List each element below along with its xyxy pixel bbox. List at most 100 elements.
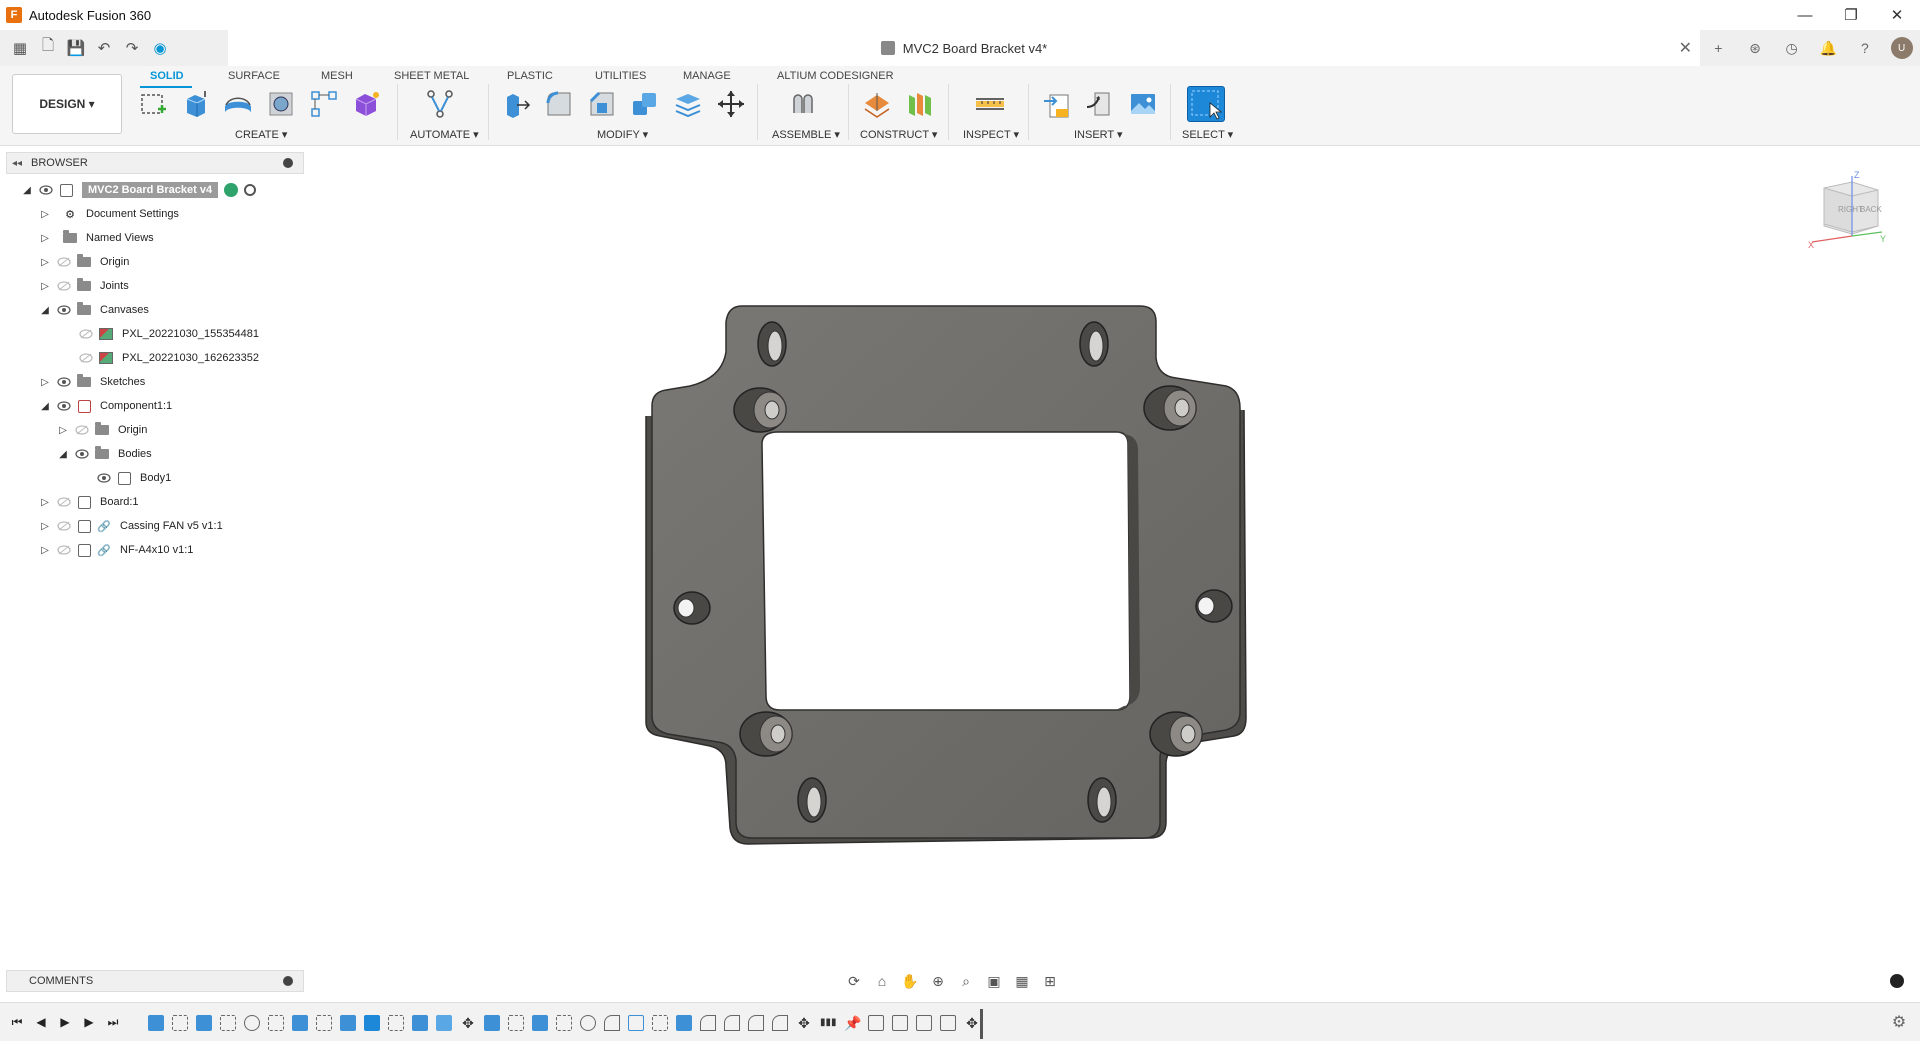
user-avatar[interactable]: U: [1890, 37, 1913, 59]
timeline-pattern-icon[interactable]: ▮▮▮: [820, 1015, 837, 1031]
timeline-sketch-icon[interactable]: [652, 1015, 668, 1031]
close-document-icon[interactable]: ✕: [1679, 38, 1692, 58]
timeline-joint-icon[interactable]: [916, 1015, 932, 1031]
standoff-boss[interactable]: [739, 711, 793, 757]
measure-icon[interactable]: [974, 88, 1006, 120]
timeline-feature-icon[interactable]: [364, 1015, 380, 1031]
tab-mesh[interactable]: MESH: [321, 66, 353, 86]
tab-sheet-metal[interactable]: SHEET METAL: [394, 66, 469, 86]
tree-node-document-settings[interactable]: ▷ ⚙ Document Settings: [38, 204, 179, 224]
timeline-fillet-icon[interactable]: [604, 1015, 620, 1031]
radio-active-icon[interactable]: [244, 184, 257, 196]
assemble-menu-button[interactable]: ASSEMBLE ▾: [772, 128, 840, 141]
visibility-eye-icon[interactable]: [38, 183, 54, 197]
job-status-icon[interactable]: ◉: [148, 36, 172, 60]
save-icon[interactable]: 💾: [64, 36, 88, 60]
mounting-hole[interactable]: [1079, 321, 1109, 367]
joint-icon[interactable]: [787, 88, 819, 120]
timeline-fillet-icon[interactable]: [748, 1015, 764, 1031]
collapse-triangle-icon[interactable]: ◢: [38, 399, 52, 413]
expand-triangle-icon[interactable]: ▷: [38, 495, 52, 509]
tree-node-component-origin[interactable]: ▷ Origin: [56, 420, 147, 440]
press-pull-icon[interactable]: [500, 88, 532, 120]
create-form-icon[interactable]: [350, 88, 382, 120]
visibility-eye-icon[interactable]: [96, 471, 112, 485]
expand-triangle-icon[interactable]: ▷: [38, 543, 52, 557]
timeline-move-icon[interactable]: ✥: [460, 1015, 476, 1031]
timeline-feature-icon[interactable]: [148, 1015, 164, 1031]
fit-icon[interactable]: ⌕: [954, 971, 978, 991]
create-sketch-icon[interactable]: [137, 88, 169, 120]
automate-menu-button[interactable]: AUTOMATE ▾: [410, 128, 479, 141]
data-panel-toggle-icon[interactable]: [1890, 974, 1904, 988]
collapse-triangle-icon[interactable]: ◢: [20, 183, 34, 197]
tree-node-body[interactable]: Body1: [92, 468, 171, 488]
visibility-eye-icon[interactable]: [56, 399, 72, 413]
timeline-feature-icon[interactable]: [340, 1015, 356, 1031]
timeline-marker[interactable]: [980, 1009, 983, 1039]
tab-altium-codesigner[interactable]: ALTIUM CODESIGNER: [777, 66, 894, 86]
minimize-button[interactable]: —: [1782, 0, 1828, 30]
expand-triangle-icon[interactable]: ▷: [38, 231, 52, 245]
automate-icon[interactable]: [424, 88, 456, 120]
viewport-canvas[interactable]: [0, 146, 1920, 966]
visibility-eye-icon[interactable]: [56, 303, 72, 317]
timeline-sketch-icon[interactable]: [220, 1015, 236, 1031]
hidden-eye-icon[interactable]: [56, 519, 72, 533]
go-to-end-icon[interactable]: ⏭: [104, 1013, 122, 1031]
expand-triangle-icon[interactable]: ▷: [38, 375, 52, 389]
timeline-sketch-icon[interactable]: [556, 1015, 572, 1031]
pattern-icon[interactable]: [308, 88, 340, 120]
hidden-eye-icon[interactable]: [78, 351, 94, 365]
mounting-hole[interactable]: [757, 321, 787, 367]
hidden-eye-icon[interactable]: [56, 495, 72, 509]
tree-node-origin[interactable]: ▷ Origin: [38, 252, 129, 272]
inspect-menu-button[interactable]: INSPECT ▾: [963, 128, 1019, 141]
extrude-icon[interactable]: [180, 88, 212, 120]
timeline-feature-icon[interactable]: [292, 1015, 308, 1031]
tree-node-bodies[interactable]: ◢ Bodies: [56, 444, 152, 464]
expand-triangle-icon[interactable]: ▷: [38, 279, 52, 293]
tab-solid[interactable]: SOLID: [150, 66, 184, 86]
hidden-eye-icon[interactable]: [78, 327, 94, 341]
redo-icon[interactable]: ↷: [120, 36, 144, 60]
timeline-feature-icon[interactable]: [412, 1015, 428, 1031]
tab-surface[interactable]: SURFACE: [228, 66, 280, 86]
tree-node-root[interactable]: ◢ MVC2 Board Bracket v4: [20, 180, 257, 200]
standoff-boss[interactable]: [1143, 385, 1197, 431]
hidden-eye-icon[interactable]: [56, 255, 72, 269]
close-window-button[interactable]: ✕: [1874, 0, 1920, 30]
mounting-hole[interactable]: [797, 777, 827, 823]
timeline-fillet-icon[interactable]: [700, 1015, 716, 1031]
browser-panel-header[interactable]: ◂◂ BROWSER: [6, 152, 304, 174]
orbit-icon[interactable]: ⟳: [842, 971, 866, 991]
tree-node-sketches[interactable]: ▷ Sketches: [38, 372, 145, 392]
timeline-hole-icon[interactable]: [580, 1015, 596, 1031]
timeline-pin-icon[interactable]: 📌: [844, 1015, 861, 1031]
3d-viewport[interactable]: [0, 146, 1920, 966]
grid-menu-icon[interactable]: ▦: [8, 36, 32, 60]
play-icon[interactable]: ▶: [56, 1013, 74, 1031]
visibility-eye-icon[interactable]: [56, 375, 72, 389]
help-icon[interactable]: ?: [1854, 37, 1876, 59]
hidden-eye-icon[interactable]: [56, 279, 72, 293]
timeline-sketch-icon[interactable]: [508, 1015, 524, 1031]
timeline-feature-icon[interactable]: [196, 1015, 212, 1031]
expand-triangle-icon[interactable]: ▷: [38, 207, 52, 221]
tree-node-canvas-image[interactable]: PXL_20221030_155354481: [74, 324, 259, 344]
revolve-icon[interactable]: [222, 88, 254, 120]
tab-plastic[interactable]: PLASTIC: [507, 66, 553, 86]
timeline-feature-icon[interactable]: [628, 1015, 644, 1031]
timeline-fillet-icon[interactable]: [772, 1015, 788, 1031]
combine-icon[interactable]: [629, 88, 661, 120]
file-icon[interactable]: 🗋: [36, 36, 60, 60]
comments-panel-header[interactable]: COMMENTS: [6, 970, 304, 992]
select-menu-button[interactable]: SELECT ▾: [1182, 128, 1233, 141]
collapse-panel-icon[interactable]: ◂◂: [7, 158, 27, 169]
workspace-switcher-button[interactable]: DESIGN ▾: [12, 74, 122, 134]
timeline-sketch-icon[interactable]: [172, 1015, 188, 1031]
side-hole[interactable]: [1195, 589, 1233, 623]
tree-node-board[interactable]: ▷ Board:1: [38, 492, 139, 512]
document-tab[interactable]: MVC2 Board Bracket v4* ✕: [228, 30, 1700, 66]
undo-icon[interactable]: ↶: [92, 36, 116, 60]
